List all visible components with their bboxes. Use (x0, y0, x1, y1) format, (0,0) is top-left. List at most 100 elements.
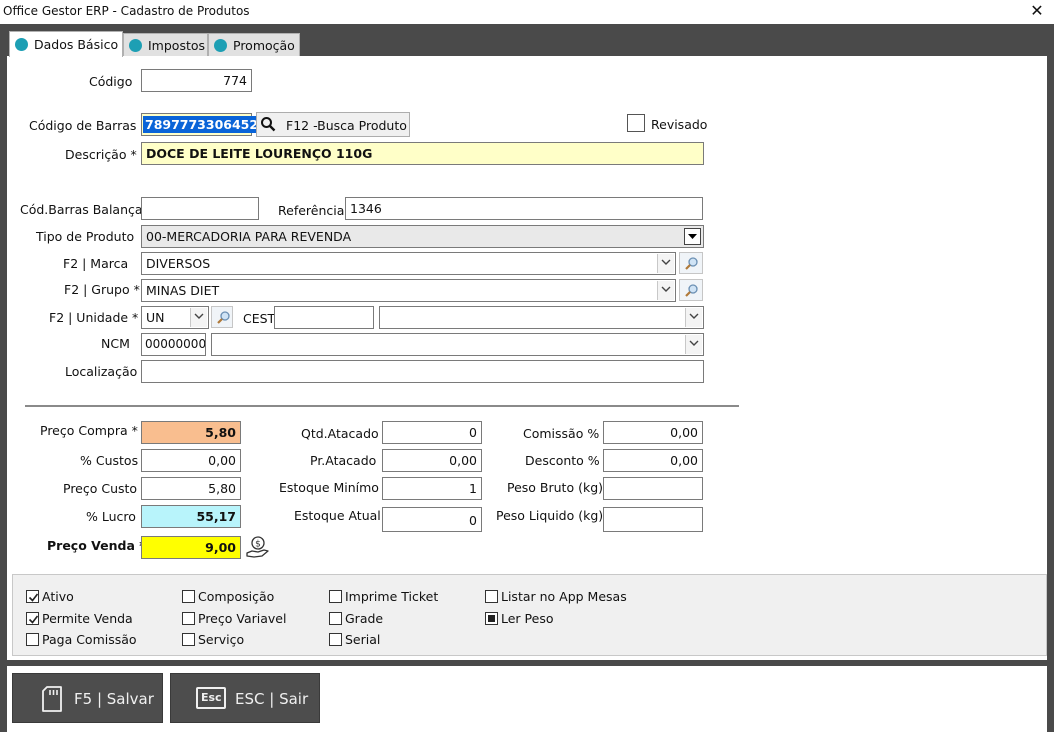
chevron-down-icon[interactable] (657, 254, 674, 273)
localizacao-label: Localização (65, 364, 138, 379)
grupo-label: F2 | Grupo * (64, 282, 140, 297)
lucro-label: % Lucro (86, 509, 136, 524)
preco-custo-label: Preço Custo (63, 481, 138, 496)
option-label: Preço Variavel (198, 611, 287, 626)
checkbox-box (485, 612, 498, 625)
option-label: Ler Peso (501, 611, 554, 626)
qtd-atacado-input[interactable]: 0 (382, 421, 482, 444)
money-hand-icon[interactable]: $ (245, 534, 271, 563)
option-label: Paga Comissão (42, 632, 137, 647)
marca-select[interactable]: DIVERSOS (141, 252, 676, 275)
preco-compra-input[interactable]: 5,80 (141, 421, 241, 444)
estoque-minimo-input[interactable]: 1 (382, 477, 482, 500)
cod-barras-balanca-label: Cód.Barras Balança (20, 202, 143, 217)
comissao-input[interactable]: 0,00 (603, 421, 703, 444)
unidade-select[interactable]: UN (141, 306, 209, 329)
desconto-input[interactable]: 0,00 (603, 449, 703, 472)
chevron-down-icon[interactable] (684, 228, 701, 245)
esc-key-text: Esc (201, 691, 222, 704)
grupo-value: MINAS DIET (146, 283, 220, 298)
busca-produto-label: F12 -Busca Produto (286, 118, 407, 133)
codigo-barras-label: Código de Barras (29, 118, 137, 133)
tab-dados-basico[interactable]: Dados Básico (9, 31, 123, 57)
option-label: Imprime Ticket (345, 589, 439, 604)
exit-button[interactable]: Esc ESC | Sair (170, 673, 320, 723)
pr-atacado-label: Pr.Atacado (310, 453, 377, 468)
unidade-search-button[interactable] (211, 306, 233, 328)
tipo-produto-select[interactable]: 00-MERCADORIA PARA REVENDA (141, 225, 704, 248)
indeterminate-mark (488, 615, 495, 622)
peso-liquido-input[interactable] (603, 507, 703, 532)
custos-label: % Custos (80, 453, 139, 468)
checkbox-box (182, 590, 195, 603)
checkbox-box (627, 114, 645, 132)
lucro-input[interactable]: 55,17 (141, 505, 241, 528)
tab-label: Dados Básico (34, 37, 119, 52)
tab-label: Impostos (148, 38, 206, 53)
option-label: Composição (198, 589, 275, 604)
peso-bruto-input[interactable] (603, 477, 703, 500)
referencia-input[interactable]: 1346 (345, 197, 703, 220)
preco-custo-input[interactable]: 5,80 (141, 477, 241, 500)
chevron-down-icon[interactable] (685, 308, 702, 327)
cest-select[interactable] (379, 306, 704, 329)
save-button[interactable]: F5 | Salvar (12, 673, 163, 723)
pr-atacado-input[interactable]: 0,00 (382, 449, 482, 472)
grupo-search-button[interactable] (679, 279, 703, 301)
checkbox-box (329, 633, 342, 646)
exit-button-label: ESC | Sair (235, 690, 309, 708)
marca-search-button[interactable] (679, 252, 703, 274)
chevron-down-icon[interactable] (685, 335, 702, 354)
chevron-down-icon[interactable] (657, 281, 674, 300)
peso-liquido-label: Peso Liquido (kg) (496, 508, 604, 523)
svg-text:$: $ (255, 540, 261, 550)
option-label: Serial (345, 632, 381, 647)
tab-label: Promoção (233, 38, 295, 53)
estoque-atual-label: Estoque Atual (294, 508, 381, 523)
checkbox-box (26, 612, 39, 625)
codigo-input[interactable]: 774 (141, 69, 252, 92)
qtd-atacado-label: Qtd.Atacado (301, 426, 379, 441)
tab-dot-icon (214, 39, 227, 52)
search-icon (260, 116, 276, 135)
estoque-atual-input[interactable]: 0 (382, 507, 482, 532)
descricao-input[interactable]: DOCE DE LEITE LOURENÇO 110G (141, 142, 704, 165)
tab-promocao[interactable]: Promoção (208, 33, 300, 56)
cod-barras-balanca-input[interactable] (141, 197, 259, 220)
unidade-value: UN (146, 310, 165, 325)
localizacao-input[interactable] (141, 360, 704, 383)
ncm-label: NCM (101, 336, 130, 351)
close-icon[interactable]: ✕ (1026, 1, 1048, 23)
chevron-down-icon[interactable] (190, 308, 207, 327)
title-bar: Office Gestor ERP - Cadastro de Produtos… (0, 0, 1054, 24)
grupo-select[interactable]: MINAS DIET (141, 279, 676, 302)
estoque-minimo-label: Estoque Minímo (279, 480, 379, 495)
option-label: Permite Venda (42, 611, 133, 626)
cest-input[interactable] (274, 306, 374, 329)
checkbox-box (182, 633, 195, 646)
codigo-label: Código (89, 74, 133, 89)
referencia-label: Referência (278, 203, 345, 218)
section-divider (25, 405, 739, 407)
tab-dot-icon (129, 39, 142, 52)
esc-key-icon: Esc (196, 687, 226, 709)
tipo-produto-label: Tipo de Produto (36, 229, 135, 244)
option-label: Grade (345, 611, 384, 626)
codigo-barras-selected-text: 7897773306452 (143, 116, 261, 133)
comissao-label: Comissão % (523, 426, 600, 441)
checkbox-box (26, 633, 39, 646)
revisado-label: Revisado (651, 117, 708, 132)
ncm-input[interactable]: 00000000 (141, 333, 206, 356)
busca-produto-button[interactable]: F12 -Busca Produto (256, 112, 410, 137)
tab-impostos[interactable]: Impostos (123, 33, 208, 56)
custos-input[interactable]: 0,00 (141, 449, 241, 472)
option-label: Listar no App Mesas (501, 589, 627, 604)
preco-venda-input[interactable]: 9,00 (141, 536, 241, 559)
button-bar (7, 666, 1047, 732)
checkbox-box (329, 612, 342, 625)
codigo-barras-input[interactable]: 7897773306452 (141, 113, 261, 136)
checkbox-box (182, 612, 195, 625)
peso-bruto-label: Peso Bruto (kg) (507, 480, 604, 495)
ncm-select[interactable] (211, 333, 704, 356)
save-button-label: F5 | Salvar (74, 690, 154, 708)
